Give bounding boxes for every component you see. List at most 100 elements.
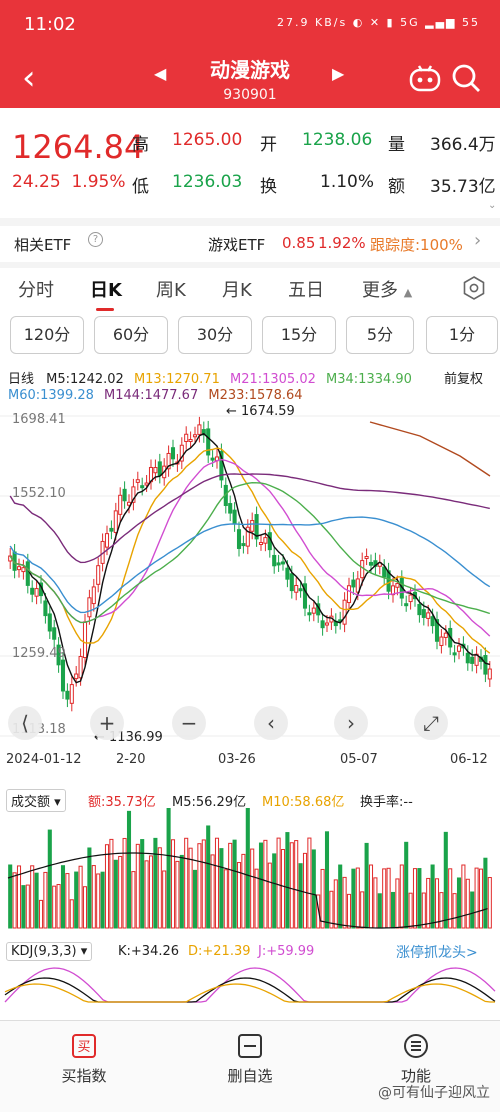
axis-price-low: 1259.49 xyxy=(12,646,66,661)
ma233-line xyxy=(369,421,491,477)
volume-bar xyxy=(373,877,378,929)
volume-chart[interactable] xyxy=(0,808,500,936)
volume-bar xyxy=(474,867,479,929)
volume-bar xyxy=(65,873,70,929)
tab-more[interactable]: 更多 ▲ xyxy=(362,276,412,302)
volume-bar xyxy=(87,847,92,929)
candle xyxy=(351,579,356,588)
candle xyxy=(21,567,26,573)
candle xyxy=(311,607,316,614)
candle xyxy=(192,434,198,438)
ma5-value: M5:1242.02 xyxy=(46,372,124,387)
candle xyxy=(417,603,422,616)
candle xyxy=(421,609,426,618)
volume-bar xyxy=(34,872,39,929)
tab-five-day[interactable]: 五日 xyxy=(288,276,324,302)
candle xyxy=(228,503,233,514)
turnover-value: 1.10% xyxy=(320,172,375,192)
volume-bar xyxy=(197,843,202,929)
status-time: 11:02 xyxy=(24,14,76,35)
limit-up-link[interactable]: 涨停抓龙头> xyxy=(396,942,478,962)
robot-assistant-icon[interactable] xyxy=(408,64,442,92)
date-label: 03-26 xyxy=(218,752,256,767)
remove-watchlist-label: 删自选 xyxy=(227,1067,273,1085)
collapse-button[interactable]: ⟨ xyxy=(8,706,42,740)
tab-intraday[interactable]: 分时 xyxy=(18,276,54,302)
divider xyxy=(0,218,500,226)
zoom-in-button[interactable]: + xyxy=(90,706,124,740)
expand-chevron-icon[interactable]: ⌄ xyxy=(488,200,496,211)
volume-bar xyxy=(153,837,158,929)
fullscreen-button[interactable]: ⤢ xyxy=(414,706,448,740)
pan-left-button[interactable]: ‹ xyxy=(254,706,288,740)
volume-bar xyxy=(364,842,369,929)
axis-price-mid: 1552.10 xyxy=(12,486,66,501)
ma34-value: M34:1334.90 xyxy=(326,372,412,387)
volume-bar xyxy=(320,868,325,929)
tab-weekly-k[interactable]: 周K xyxy=(156,276,186,302)
functions-button[interactable]: 功能 xyxy=(366,1033,466,1086)
settings-icon[interactable] xyxy=(462,276,486,300)
volume-bar xyxy=(307,837,312,929)
candle xyxy=(96,565,101,585)
candle xyxy=(258,541,264,545)
kdj-indicator-select[interactable]: KDJ(9,3,3) ▾ xyxy=(6,942,93,961)
volume-bar xyxy=(465,878,470,929)
next-stock-arrow-icon[interactable]: ▶ xyxy=(332,64,344,83)
volume-bar xyxy=(12,872,17,929)
last-price: 1264.84 xyxy=(12,128,145,166)
volume-bar xyxy=(421,892,426,929)
kdj-chart xyxy=(4,967,496,1003)
pan-right-button[interactable]: › xyxy=(334,706,368,740)
volume-bar xyxy=(113,859,118,929)
ma5-line xyxy=(9,432,490,684)
volume-bar xyxy=(21,885,26,929)
candle xyxy=(382,566,387,578)
volume-bar xyxy=(241,853,246,929)
tab-daily-k[interactable]: 日K xyxy=(90,276,122,302)
candle xyxy=(69,684,74,704)
volume-bar xyxy=(443,831,448,929)
period-60m-button[interactable]: 60分 xyxy=(94,316,168,354)
candle xyxy=(25,561,30,586)
period-120m-button[interactable]: 120分 xyxy=(10,316,84,354)
volume-bar xyxy=(338,864,343,929)
etf-track: 跟踪度:100% xyxy=(370,236,463,254)
svg-text:买: 买 xyxy=(77,1040,90,1055)
watermark: @可有仙子迎风立 xyxy=(378,1085,490,1101)
candle xyxy=(104,533,110,548)
candle xyxy=(43,600,48,617)
tab-monthly-k[interactable]: 月K xyxy=(222,276,252,302)
volume-bar xyxy=(250,848,255,929)
candle xyxy=(210,457,215,461)
period-30m-button[interactable]: 30分 xyxy=(178,316,252,354)
chevron-right-icon: › xyxy=(474,230,482,251)
back-button[interactable]: ‹ xyxy=(22,60,58,96)
line-type-label: 日线 xyxy=(8,372,35,387)
buy-index-button[interactable]: 买 买指数 xyxy=(34,1033,134,1086)
candle xyxy=(30,587,35,595)
stock-code: 930901 xyxy=(223,87,277,103)
ma144-value: M144:1477.67 xyxy=(104,388,199,403)
candle xyxy=(298,588,303,592)
period-5m-button[interactable]: 5分 xyxy=(346,316,414,354)
adjust-mode[interactable]: 前复权 xyxy=(444,368,483,387)
candle xyxy=(241,543,246,547)
candle xyxy=(320,620,325,629)
related-etf-row[interactable]: 相关ETF ? 游戏ETF 0.85 1.92% 跟踪度:100% › xyxy=(0,226,500,262)
candle xyxy=(87,597,92,618)
kline-chart[interactable] xyxy=(0,406,500,742)
volume-bar xyxy=(25,884,30,929)
volume-bar xyxy=(135,843,140,929)
help-icon[interactable]: ? xyxy=(88,232,103,247)
period-1m-button[interactable]: 1分 xyxy=(426,316,498,354)
remove-watchlist-button[interactable]: 删自选 xyxy=(200,1033,300,1086)
page-title: 动漫游戏 xyxy=(210,58,290,82)
volume-bar xyxy=(118,855,123,929)
zoom-out-button[interactable]: − xyxy=(172,706,206,740)
period-15m-button[interactable]: 15分 xyxy=(262,316,336,354)
volume-bar xyxy=(434,878,440,929)
volume-bar xyxy=(219,848,224,929)
high-label: 高 xyxy=(132,135,149,155)
search-icon[interactable] xyxy=(450,62,482,94)
